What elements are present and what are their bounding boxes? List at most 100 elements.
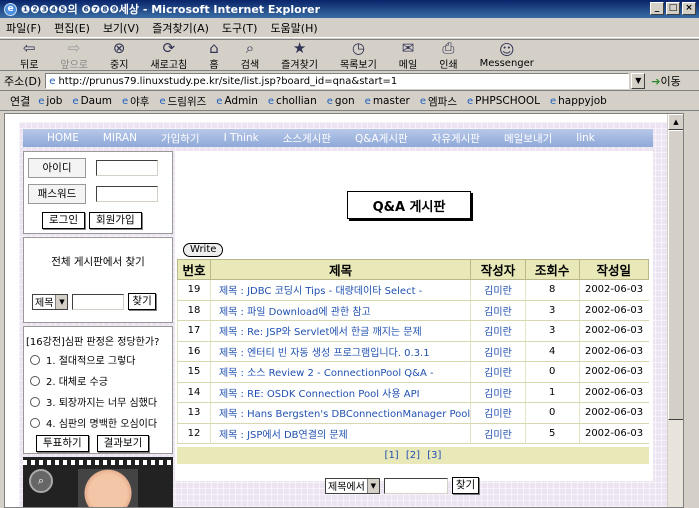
home-button[interactable]: ⌂ 홈 bbox=[209, 40, 219, 71]
post-number: 14 bbox=[177, 382, 211, 403]
board-search-select[interactable]: 제목에서 ▼ bbox=[325, 477, 380, 494]
chevron-down-icon: ▼ bbox=[366, 478, 379, 493]
stop-button[interactable]: ⊗ 중지 bbox=[110, 40, 128, 71]
messenger-button[interactable]: ☺ Messenger bbox=[480, 42, 534, 69]
post-title-link[interactable]: 제목 : JSP에서 DB연결의 문제 bbox=[209, 423, 471, 444]
home-icon: ⌂ bbox=[209, 38, 219, 57]
post-author[interactable]: 김미란 bbox=[470, 300, 526, 321]
address-input[interactable]: e http://prunus79.linuxstudy.pe.kr/site/… bbox=[45, 73, 630, 89]
link-phpschool[interactable]: e PHPSCHOOL bbox=[467, 95, 540, 107]
board-search-select-value: 제목에서 bbox=[328, 482, 365, 493]
nav-link[interactable]: link bbox=[576, 132, 595, 144]
link-gon[interactable]: e gon bbox=[327, 95, 355, 107]
link-text: Daum bbox=[80, 95, 112, 107]
menu-file[interactable]: 파일(F) bbox=[6, 20, 41, 36]
forward-button[interactable]: ⇨ 앞으로 bbox=[60, 40, 88, 71]
post-author[interactable]: 김미란 bbox=[470, 320, 526, 342]
page-link-3[interactable]: [3] bbox=[427, 450, 441, 461]
close-button[interactable]: × bbox=[682, 2, 696, 15]
link-happyjob[interactable]: e happyjob bbox=[550, 95, 607, 107]
address-dropdown-button[interactable]: ▼ bbox=[631, 73, 646, 89]
nav-free-board[interactable]: 자유게시판 bbox=[432, 131, 480, 146]
link-job[interactable]: e job bbox=[38, 95, 62, 107]
link-yahoo[interactable]: e 야후 bbox=[122, 94, 149, 109]
link-admin[interactable]: e Admin bbox=[216, 95, 258, 107]
post-title-link[interactable]: 제목 : JDBC 코딩시 Tips - 대량데이타 Select - bbox=[209, 279, 471, 301]
post-title-link[interactable]: 제목 : 소스 Review 2 - ConnectionPool Q&A - bbox=[209, 361, 471, 383]
history-button[interactable]: ◷ 목록보기 bbox=[340, 40, 377, 71]
id-input[interactable] bbox=[96, 160, 158, 176]
post-title-link[interactable]: 제목 : 파일 Download에 관한 참고 bbox=[209, 300, 471, 321]
print-label: 인쇄 bbox=[439, 59, 458, 71]
menu-edit[interactable]: 편집(E) bbox=[54, 20, 90, 36]
back-button[interactable]: ⇦ 뒤로 bbox=[20, 40, 38, 71]
vertical-scrollbar[interactable]: ▲ bbox=[667, 114, 683, 507]
menu-tools[interactable]: 도구(T) bbox=[222, 20, 258, 36]
radio-button[interactable] bbox=[30, 417, 40, 428]
go-button[interactable]: ➔이동 bbox=[651, 73, 680, 89]
site-search-input[interactable] bbox=[72, 293, 125, 310]
radio-button[interactable] bbox=[30, 396, 40, 407]
ie-icon: e bbox=[4, 2, 17, 16]
board-search-button[interactable]: 찾기 bbox=[451, 477, 480, 494]
poll-option-3[interactable]: 3. 퇴장까지는 너무 심했다 bbox=[30, 394, 157, 409]
col-views: 조회수 bbox=[524, 259, 580, 280]
page-link-1[interactable]: [1] bbox=[385, 450, 399, 461]
site-search-select[interactable]: 제목 ▼ bbox=[32, 293, 69, 310]
nav-miran[interactable]: MIRAN bbox=[103, 132, 137, 144]
favorites-button[interactable]: ★ 즐겨찾기 bbox=[281, 40, 318, 71]
link-master[interactable]: e master bbox=[365, 95, 410, 107]
post-title-link[interactable]: 제목 : Hans Bergsten's DBConnectionManager… bbox=[209, 402, 471, 424]
link-daum[interactable]: e Daum bbox=[72, 95, 112, 107]
results-button[interactable]: 결과보기 bbox=[96, 435, 150, 452]
print-button[interactable]: ⎙ 인쇄 bbox=[439, 40, 457, 71]
nav-home[interactable]: HOME bbox=[47, 132, 79, 144]
login-button[interactable]: 로그인 bbox=[42, 212, 85, 229]
link-page-icon: e bbox=[38, 95, 45, 107]
nav-join[interactable]: 가입하기 bbox=[161, 131, 200, 146]
vote-button[interactable]: 투표하기 bbox=[36, 435, 89, 452]
join-button[interactable]: 회원가입 bbox=[88, 212, 142, 229]
lens-search-icon[interactable]: ⌕ bbox=[29, 469, 53, 493]
nav-qna-board[interactable]: Q&A게시판 bbox=[355, 131, 408, 146]
poll-option-1[interactable]: 1. 절대적으로 그렇다 bbox=[30, 352, 136, 367]
post-author[interactable]: 김미란 bbox=[470, 279, 526, 301]
nav-send-mail[interactable]: 메일보내기 bbox=[504, 131, 552, 146]
nav-ithink[interactable]: I Think bbox=[224, 132, 259, 144]
post-author[interactable]: 김미란 bbox=[470, 361, 526, 383]
minimize-button[interactable]: _ bbox=[650, 2, 664, 15]
poll-option-2[interactable]: 2. 대체로 수긍 bbox=[30, 373, 108, 388]
radio-button[interactable] bbox=[30, 354, 40, 365]
mail-button[interactable]: ✉ 메일 bbox=[399, 40, 417, 71]
radio-button[interactable] bbox=[30, 375, 40, 386]
search-button[interactable]: ⌕ 검색 bbox=[241, 40, 259, 71]
link-empas[interactable]: e 엠파스 bbox=[420, 94, 457, 109]
password-input[interactable] bbox=[96, 186, 158, 202]
scroll-thumb[interactable] bbox=[668, 130, 683, 420]
refresh-button[interactable]: ⟳ 새로고침 bbox=[150, 40, 187, 71]
post-author[interactable]: 김미란 bbox=[470, 341, 526, 362]
site-search-button[interactable]: 찾기 bbox=[128, 293, 156, 310]
poll-option-4[interactable]: 4. 심판의 명백한 오심이다 bbox=[30, 415, 157, 430]
id-label: 아이디 bbox=[28, 158, 86, 178]
menu-favorites[interactable]: 즐겨찾기(A) bbox=[152, 20, 209, 36]
board-search-input[interactable] bbox=[383, 477, 448, 494]
page-link-2[interactable]: [2] bbox=[406, 450, 420, 461]
post-title-link[interactable]: 제목 : 엔터티 빈 자동 생성 프로그램입니다. 0.3.1 bbox=[209, 341, 471, 362]
post-title-link[interactable]: 제목 : RE: OSDK Connection Pool 사용 API bbox=[209, 382, 471, 403]
scroll-up-button[interactable]: ▲ bbox=[668, 114, 683, 130]
link-page-icon: e bbox=[419, 95, 426, 107]
nav-source-board[interactable]: 소스게시판 bbox=[283, 131, 331, 146]
post-author[interactable]: 김미란 bbox=[470, 402, 526, 424]
post-author[interactable]: 김미란 bbox=[470, 382, 526, 403]
maximize-button[interactable]: □ bbox=[666, 2, 680, 15]
col-author: 작성자 bbox=[470, 259, 526, 280]
link-text: PHPSCHOOL bbox=[475, 95, 540, 107]
post-title-link[interactable]: 제목 : Re: JSP와 Servlet에서 한글 깨지는 문제 bbox=[209, 320, 471, 342]
write-button[interactable]: Write bbox=[183, 243, 224, 257]
post-author[interactable]: 김미란 bbox=[470, 423, 526, 444]
link-chollian[interactable]: e chollian bbox=[268, 95, 317, 107]
link-dreamwiz[interactable]: e 드림위즈 bbox=[159, 94, 206, 109]
menu-view[interactable]: 보기(V) bbox=[103, 20, 139, 36]
menu-help[interactable]: 도움말(H) bbox=[270, 20, 317, 36]
